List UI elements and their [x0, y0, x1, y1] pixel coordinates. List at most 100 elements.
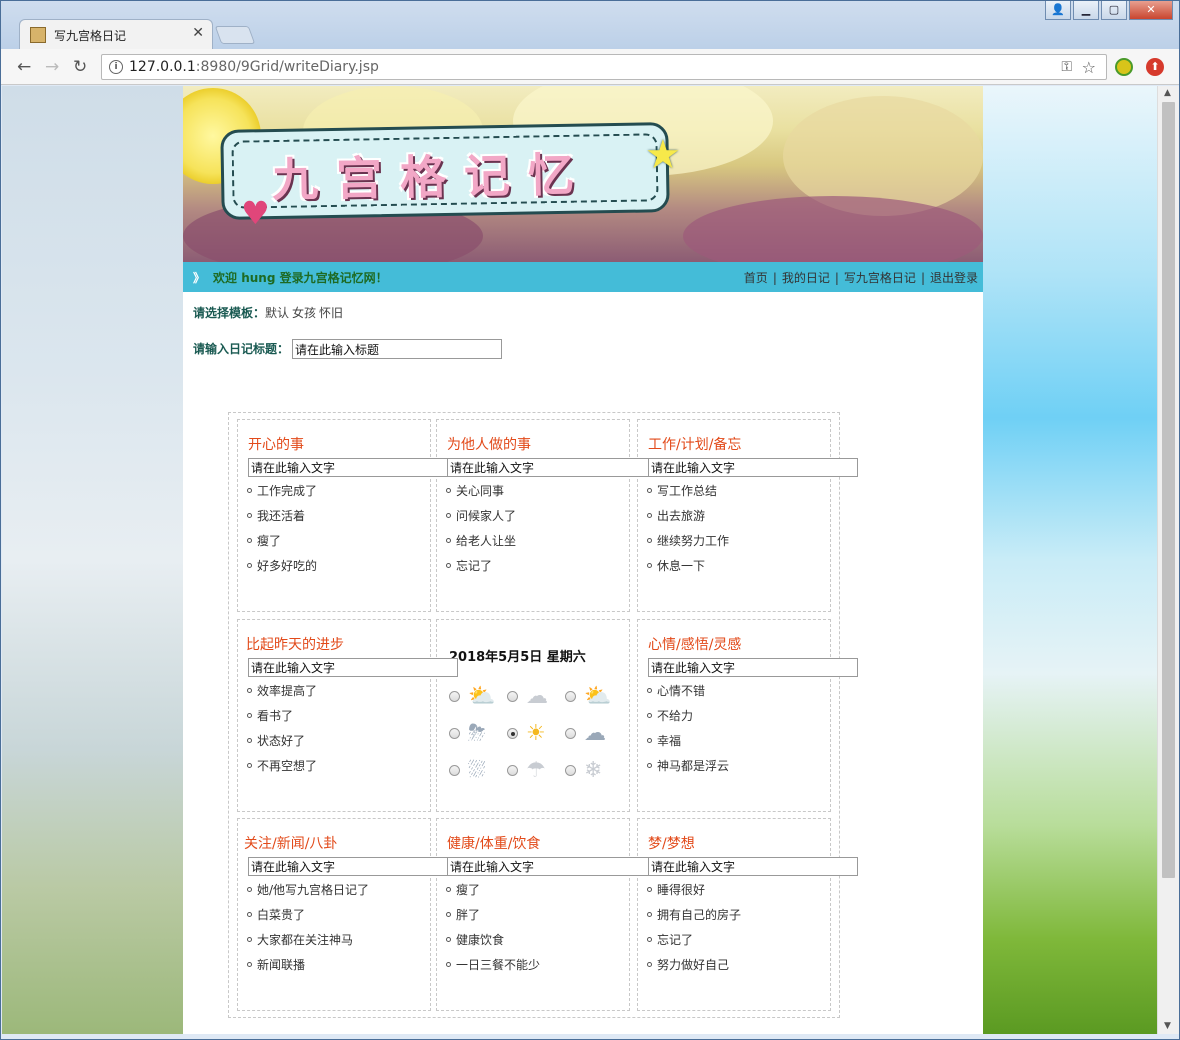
suggestion-item[interactable]: 写工作总结 — [647, 483, 729, 508]
key-icon[interactable]: ⚿ — [1061, 59, 1072, 75]
suggestion-item[interactable]: 好多好吃的 — [247, 558, 317, 583]
suggestion-item[interactable]: 睡得很好 — [647, 882, 741, 907]
logo-ribbon: 九宫格记忆 — [220, 122, 670, 220]
cell-title: 心情/感悟/灵感 — [648, 637, 742, 653]
weather-radio[interactable] — [507, 691, 518, 702]
suggestion-item[interactable]: 休息一下 — [647, 558, 729, 583]
weather-radio[interactable] — [507, 765, 518, 776]
heart-icon: ♥ — [241, 194, 270, 232]
grid-cell: 心情/感悟/灵感心情不错不给力幸福神马都是浮云 — [637, 619, 858, 812]
cell-title: 关注/新闻/八卦 — [244, 836, 338, 852]
suggestion-text: 新闻联播 — [257, 958, 306, 972]
cell-title: 梦/梦想 — [648, 836, 695, 852]
suggestion-item[interactable]: 瘦了 — [446, 882, 540, 907]
suggestion-text: 瘦了 — [257, 534, 282, 548]
nav-link-my-diary[interactable]: 我的日记 — [782, 271, 830, 285]
suggestion-item[interactable]: 幸福 — [647, 733, 729, 758]
browser-window: 写九宫格日记 ✕ 👤 ▁ ▢ ✕ ← → ↻ i 127.0.0.1:8980/… — [0, 0, 1180, 1040]
weather-radio[interactable] — [449, 728, 460, 739]
suggestion-item[interactable]: 白菜贵了 — [247, 907, 369, 932]
nav-link-write-diary[interactable]: 写九宫格日记 — [844, 271, 916, 285]
scroll-up-icon[interactable]: ▲ — [1164, 88, 1171, 98]
template-option-default[interactable]: 默认 — [265, 306, 289, 320]
address-bar[interactable]: i 127.0.0.1:8980/9Grid/writeDiary.jsp ⚿ … — [101, 54, 1107, 80]
suggestion-item[interactable]: 给老人让坐 — [446, 533, 516, 558]
suggestion-item[interactable]: 神马都是浮云 — [647, 758, 729, 783]
nine-grid: 开心的事工作完成了我还活着瘦了好多好吃的为他人做的事关心同事问候家人了给老人让坐… — [228, 412, 858, 1018]
weather-radio[interactable] — [565, 691, 576, 702]
cell-text-input[interactable] — [447, 857, 657, 876]
weather-radio[interactable] — [565, 765, 576, 776]
browser-toolbar: ← → ↻ i 127.0.0.1:8980/9Grid/writeDiary.… — [1, 49, 1179, 85]
weather-radio[interactable] — [507, 728, 518, 739]
suggestion-item[interactable]: 继续努力工作 — [647, 533, 729, 558]
cell-text-input[interactable] — [248, 658, 458, 677]
suggestion-item[interactable]: 我还活着 — [247, 508, 317, 533]
weather-radio[interactable] — [449, 691, 460, 702]
suggestion-text: 忘记了 — [657, 933, 694, 947]
suggestion-list: 效率提高了 看书了 状态好了 不再空想了 — [247, 683, 317, 783]
forward-arrow-icon[interactable]: → — [45, 57, 59, 77]
browser-tab[interactable]: 写九宫格日记 ✕ — [19, 19, 213, 49]
back-arrow-icon[interactable]: ← — [17, 57, 31, 77]
new-tab-button[interactable] — [214, 26, 256, 44]
scrollbar-thumb[interactable] — [1162, 102, 1175, 878]
reload-icon[interactable]: ↻ — [73, 57, 87, 77]
vertical-scrollbar[interactable]: ▲ ▼ — [1157, 86, 1179, 1034]
suggestion-item[interactable]: 忘记了 — [446, 558, 516, 583]
diary-title-input[interactable] — [292, 339, 502, 359]
scroll-down-icon[interactable]: ▼ — [1164, 1021, 1171, 1031]
suggestion-item[interactable]: 忘记了 — [647, 932, 741, 957]
suggestion-item[interactable]: 不给力 — [647, 708, 729, 733]
suggestion-item[interactable]: 大家都在关注神马 — [247, 932, 369, 957]
upload-extension-icon[interactable]: ⬆ — [1146, 58, 1164, 76]
nav-link-home[interactable]: 首页 — [744, 271, 768, 285]
suggestion-item[interactable]: 瘦了 — [247, 533, 317, 558]
cell-text-input[interactable] — [648, 458, 858, 477]
close-window-button[interactable]: ✕ — [1129, 1, 1173, 20]
bullet-icon — [446, 887, 451, 892]
maximize-button[interactable]: ▢ — [1101, 1, 1127, 20]
site-logo: 九宫格记忆 — [271, 147, 593, 208]
suggestion-item[interactable]: 拥有自己的房子 — [647, 907, 741, 932]
suggestion-item[interactable]: 出去旅游 — [647, 508, 729, 533]
suggestion-text: 好多好吃的 — [257, 559, 318, 573]
nav-links: 首页 | 我的日记 | 写九宫格日记 | 退出登录 — [743, 271, 978, 285]
info-icon[interactable]: i — [109, 60, 123, 74]
suggestion-item[interactable]: 工作完成了 — [247, 483, 317, 508]
suggestion-list: 心情不错 不给力 幸福 神马都是浮云 — [647, 683, 729, 783]
cell-text-input[interactable] — [248, 857, 458, 876]
suggestion-item[interactable]: 一日三餐不能少 — [446, 957, 540, 982]
cell-text-input[interactable] — [648, 658, 858, 677]
suggestion-item[interactable]: 状态好了 — [247, 733, 317, 758]
nav-link-logout[interactable]: 退出登录 — [930, 271, 978, 285]
minimize-button[interactable]: ▁ — [1073, 1, 1099, 20]
template-option-girl[interactable]: 女孩 — [292, 306, 316, 320]
bullet-icon — [446, 538, 451, 543]
suggestion-item[interactable]: 效率提高了 — [247, 683, 317, 708]
template-option-nostalgic[interactable]: 怀旧 — [319, 306, 343, 320]
weather-radio[interactable] — [565, 728, 576, 739]
bullet-icon — [647, 763, 652, 768]
suggestion-item[interactable]: 不再空想了 — [247, 758, 317, 783]
suggestion-item[interactable]: 努力做好自己 — [647, 957, 741, 982]
suggestion-item[interactable]: 看书了 — [247, 708, 317, 733]
bookmark-star-icon[interactable]: ☆ — [1082, 58, 1096, 77]
weather-radio[interactable] — [449, 765, 460, 776]
suggestion-text: 关心同事 — [456, 484, 505, 498]
tab-close-icon[interactable]: ✕ — [192, 25, 204, 41]
bullet-icon — [446, 513, 451, 518]
cell-text-input[interactable] — [248, 458, 458, 477]
suggestion-item[interactable]: 她/他写九宫格日记了 — [247, 882, 369, 907]
suggestion-item[interactable]: 胖了 — [446, 907, 540, 932]
user-icon[interactable]: 👤 — [1045, 1, 1071, 20]
suggestion-item[interactable]: 问候家人了 — [446, 508, 516, 533]
cell-text-input[interactable] — [447, 458, 657, 477]
suggestion-item[interactable]: 心情不错 — [647, 683, 729, 708]
cell-text-input[interactable] — [648, 857, 858, 876]
extension-icon[interactable] — [1115, 58, 1133, 76]
suggestion-item[interactable]: 健康饮食 — [446, 932, 540, 957]
suggestion-item[interactable]: 关心同事 — [446, 483, 516, 508]
suggestion-list: 她/他写九宫格日记了 白菜贵了 大家都在关注神马 新闻联播 — [247, 882, 369, 982]
suggestion-item[interactable]: 新闻联播 — [247, 957, 369, 982]
